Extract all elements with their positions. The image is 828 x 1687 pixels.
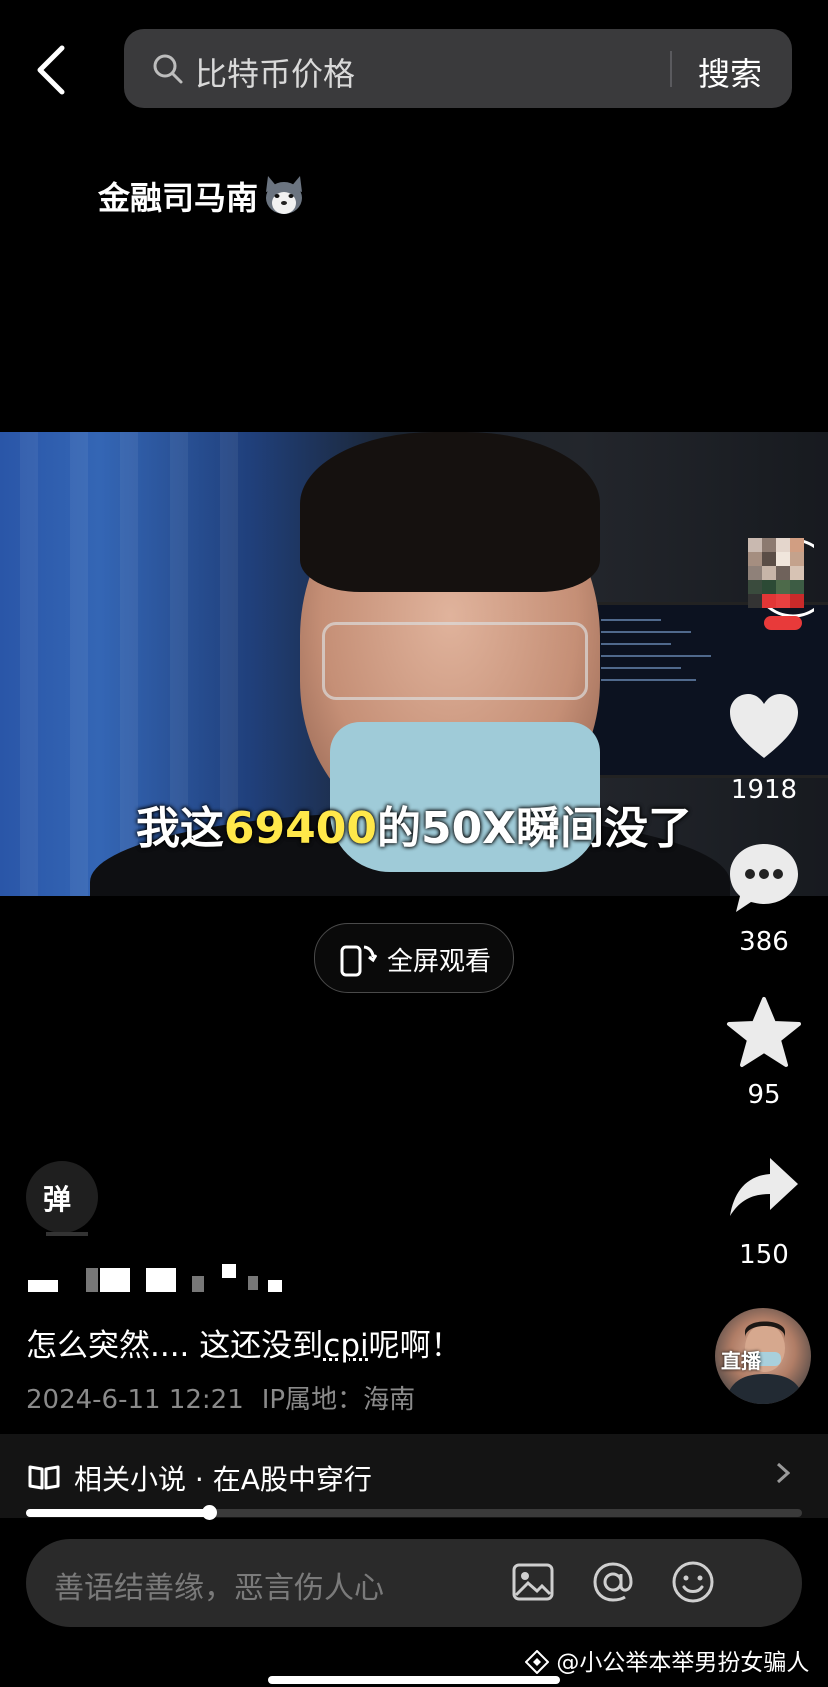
at-mention-icon[interactable] <box>590 1559 636 1605</box>
search-query[interactable]: 比特币价格 <box>195 49 355 95</box>
danmu-toggle[interactable]: 弹 <box>26 1161 98 1233</box>
like-heart-icon[interactable] <box>726 690 802 766</box>
subtitle-post: 的50X瞬间没了 <box>376 803 693 854</box>
progress-fill <box>26 1509 210 1517</box>
danmu-indicator <box>46 1232 88 1236</box>
creator-avatar[interactable] <box>748 530 814 650</box>
caption-text: 怎么突然.... 这还没到 <box>26 1328 324 1364</box>
comment-input[interactable]: 善语结善缘，恶言伤人心 <box>54 1563 384 1607</box>
search-divider <box>670 51 672 87</box>
emoji-smile-icon[interactable] <box>670 1559 716 1605</box>
subtitle-pre: 我这 <box>135 803 224 854</box>
post-date: 2024-6-11 12:21 <box>26 1385 244 1415</box>
watermark-logo-icon <box>524 1649 550 1675</box>
like-count: 1918 <box>730 775 798 805</box>
danmu-label: 弹 <box>43 1183 72 1216</box>
comment-bubble-icon[interactable] <box>726 840 802 916</box>
watermark: @小公举本举男扮女骗人 <box>524 1643 810 1677</box>
video-player[interactable]: 我这69400的50X瞬间没了 <box>0 432 828 896</box>
image-icon[interactable] <box>510 1559 556 1605</box>
author-name[interactable]: 金融司马南 <box>98 173 258 219</box>
novel-text: 相关小说 · 在A股中穿行 <box>74 1463 372 1496</box>
comment-input-bar[interactable]: 善语结善缘，恶言伤人心 <box>26 1539 802 1627</box>
live-avatar[interactable]: 直播 <box>715 1308 811 1404</box>
video-progress-bar[interactable] <box>26 1505 802 1520</box>
caption-text-end: 呢啊！ <box>368 1328 462 1364</box>
share-arrow-icon[interactable] <box>726 1152 802 1228</box>
post-meta: 2024-6-11 12:21 IP属地：海南 <box>26 1379 415 1416</box>
search-icon <box>153 54 183 84</box>
fullscreen-button[interactable]: 全屏观看 <box>314 923 514 993</box>
pixelated-username[interactable] <box>28 1262 288 1298</box>
share-count: 150 <box>739 1240 789 1270</box>
comment-count: 386 <box>739 927 789 957</box>
subtitle-highlight: 69400 <box>223 803 377 854</box>
post-location: IP属地：海南 <box>261 1385 416 1415</box>
live-label: 直播 <box>721 1349 761 1373</box>
search-button[interactable]: 搜索 <box>698 49 762 95</box>
post-caption: 怎么突然.... 这还没到cpi呢啊！ <box>26 1320 462 1365</box>
back-arrow-icon[interactable] <box>30 44 74 96</box>
person-glasses <box>322 622 588 700</box>
fullscreen-label: 全屏观看 <box>387 947 492 977</box>
home-indicator[interactable] <box>268 1676 560 1684</box>
person-hair <box>300 432 600 592</box>
related-novel-bar[interactable]: 相关小说 · 在A股中穿行 <box>0 1434 828 1518</box>
watermark-text: @小公举本举男扮女骗人 <box>556 1650 810 1676</box>
chevron-right-icon <box>776 1462 790 1484</box>
caption-cpi-link[interactable]: cpi <box>323 1328 368 1364</box>
husky-face-icon <box>266 176 302 214</box>
book-icon <box>28 1465 60 1490</box>
rotate-phone-icon <box>340 945 377 977</box>
search-bar[interactable]: 比特币价格 搜索 <box>124 29 792 108</box>
favorite-count: 95 <box>747 1080 781 1110</box>
favorite-star-icon[interactable] <box>726 995 802 1071</box>
